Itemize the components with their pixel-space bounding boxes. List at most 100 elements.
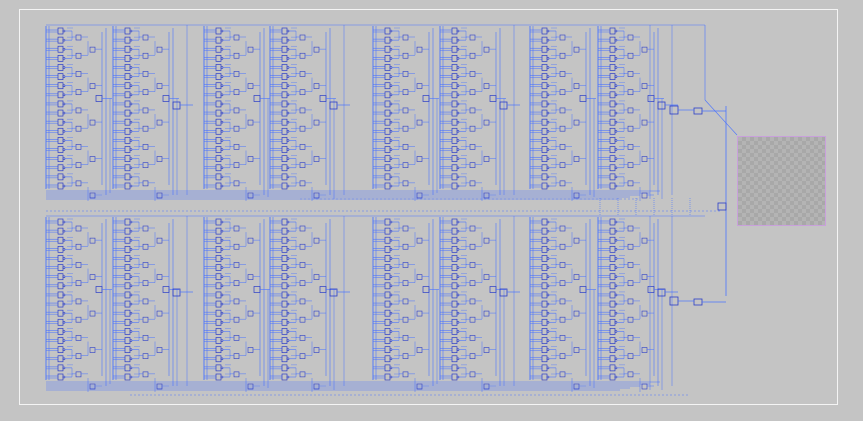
- logic-gate: [384, 173, 391, 181]
- logic-gate: [299, 262, 306, 268]
- combiner-gate: [579, 95, 587, 102]
- logic-gate: [57, 246, 64, 253]
- logic-gate: [281, 118, 288, 126]
- gate-bubble: [389, 339, 393, 342]
- logic-gate: [313, 237, 320, 244]
- logic-gate: [541, 137, 548, 144]
- gate-bubble: [389, 302, 393, 306]
- gate-bubble: [614, 84, 618, 88]
- logic-gate: [451, 346, 458, 353]
- gate-bubble: [546, 166, 550, 170]
- logic-gate: [483, 156, 490, 162]
- gate-bubble: [286, 275, 290, 279]
- logic-gate: [541, 36, 548, 44]
- logic-gate: [75, 107, 82, 114]
- logic-gate: [75, 316, 82, 323]
- gate-bubble: [389, 75, 393, 78]
- logic-gate: [384, 45, 391, 53]
- logic-gate: [609, 91, 616, 99]
- logic-gate: [57, 118, 64, 126]
- gate-bubble: [389, 275, 393, 279]
- logic-gate: [384, 36, 391, 44]
- logic-gate: [402, 243, 409, 250]
- logic-gate: [215, 318, 222, 326]
- logic-gate: [281, 318, 288, 326]
- logic-gate: [57, 182, 64, 190]
- logic-gate: [281, 309, 288, 317]
- gate-bubble: [456, 220, 460, 224]
- gate-bubble: [456, 66, 460, 69]
- logic-gate: [609, 273, 616, 281]
- gate-bubble: [456, 339, 460, 342]
- logic-gate: [559, 125, 566, 132]
- gate-bubble: [546, 120, 550, 124]
- logic-gate: [299, 52, 306, 59]
- gate-bubble: [62, 320, 66, 324]
- gate-bubble: [389, 66, 393, 69]
- gate-bubble: [62, 111, 66, 115]
- logic-gate: [451, 264, 458, 271]
- logic-gate: [541, 264, 548, 271]
- logic-gate: [402, 144, 409, 150]
- logic-gate: [233, 89, 240, 96]
- pair-combiner: [499, 101, 508, 110]
- logic-gate: [416, 119, 423, 126]
- logic-gate: [215, 118, 222, 126]
- logic-gate: [124, 36, 131, 44]
- logic-gate: [215, 355, 222, 363]
- logic-gate: [416, 274, 423, 280]
- logic-gate: [573, 156, 580, 162]
- gate-bubble: [389, 348, 393, 351]
- logic-gate: [124, 255, 131, 262]
- logic-gate: [75, 89, 82, 96]
- gate-bubble: [614, 139, 618, 142]
- logic-gate: [384, 82, 391, 90]
- logic-gate: [384, 255, 391, 262]
- logic-gate: [215, 337, 222, 344]
- logic-gate: [541, 318, 548, 326]
- gate-bubble: [614, 38, 618, 42]
- logic-gate: [281, 291, 288, 299]
- logic-gate: [156, 274, 163, 280]
- gate-bubble: [62, 330, 66, 333]
- logic-gate: [89, 274, 96, 280]
- logic-gate: [57, 373, 64, 381]
- logic-gate: [483, 274, 490, 280]
- logic-gate: [215, 164, 222, 172]
- logic-gate: [281, 36, 288, 44]
- gate-bubble: [546, 302, 550, 306]
- logic-gate: [559, 298, 566, 305]
- logic-gate: [89, 46, 96, 53]
- logic-gate: [609, 182, 616, 190]
- logic-gate: [483, 83, 490, 89]
- logic-gate: [281, 127, 288, 135]
- logic-gate: [641, 192, 648, 199]
- logic-gate: [384, 155, 391, 162]
- logic-gate: [75, 180, 82, 187]
- circuit-schematic[interactable]: [0, 0, 863, 421]
- gate-bubble: [546, 238, 550, 242]
- logic-gate: [384, 318, 391, 326]
- logic-gate: [281, 182, 288, 190]
- gate-bubble: [614, 330, 618, 333]
- logic-gate: [469, 71, 476, 77]
- logic-gate: [541, 291, 548, 299]
- logic-gate: [541, 346, 548, 353]
- logic-gate: [89, 347, 96, 353]
- gate-bubble: [286, 139, 290, 142]
- logic-gate: [416, 46, 423, 53]
- logic-gate: [233, 262, 240, 268]
- logic-gate: [402, 162, 409, 168]
- logic-gate: [142, 316, 149, 323]
- gate-bubble: [456, 111, 460, 115]
- logic-gate: [215, 27, 222, 35]
- gate-bubble: [614, 320, 618, 324]
- schematic-canvas[interactable]: [0, 0, 863, 421]
- logic-gate: [541, 328, 548, 335]
- logic-gate: [559, 71, 566, 77]
- empty-block-placeholder[interactable]: [737, 136, 826, 226]
- logic-gate: [609, 355, 616, 363]
- logic-gate: [233, 371, 240, 378]
- logic-gate: [57, 282, 64, 290]
- logic-gate: [384, 355, 391, 363]
